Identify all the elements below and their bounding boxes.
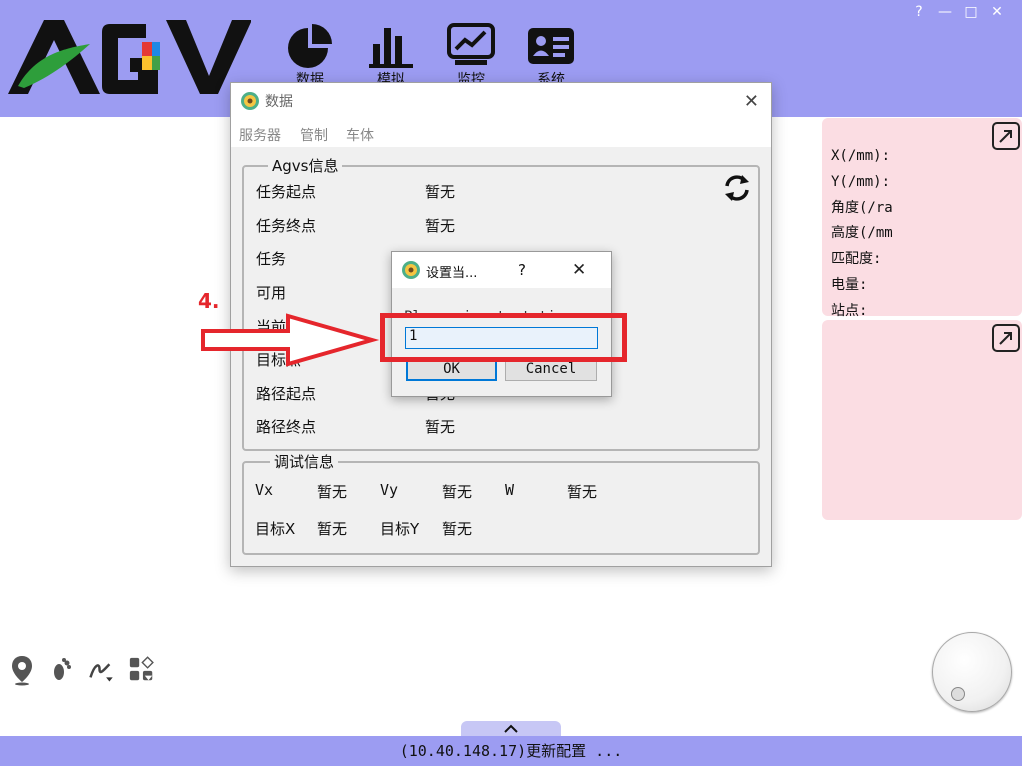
bar-chart-icon bbox=[369, 28, 413, 68]
draw-path-icon bbox=[89, 663, 113, 682]
dialog-title: 数据 bbox=[265, 94, 293, 110]
refresh-icon[interactable] bbox=[722, 173, 752, 203]
dialog-titlebar: 数据 ✕ bbox=[231, 83, 771, 119]
sub-dialog-close-button[interactable]: ✕ bbox=[572, 260, 586, 280]
vy-value: 暂无 bbox=[442, 483, 473, 501]
row-task-start-label: 任务起点 bbox=[256, 183, 317, 201]
expand-arrow-icon bbox=[999, 332, 1012, 345]
trend-monitor-icon bbox=[447, 23, 495, 65]
window-controls: ? — □ ✕ bbox=[906, 2, 1010, 22]
secondary-panel bbox=[822, 320, 1022, 520]
row-task-start-value: 暂无 bbox=[425, 183, 456, 201]
menu-control[interactable]: 管制 bbox=[300, 125, 328, 145]
menu-server[interactable]: 服务器 bbox=[239, 125, 281, 145]
footprint-button[interactable] bbox=[48, 654, 76, 686]
chevron-up-icon bbox=[504, 724, 518, 733]
layout-grid-button[interactable] bbox=[128, 654, 156, 686]
row-available-label: 可用 bbox=[256, 284, 287, 302]
row-path-start-label: 路径起点 bbox=[256, 385, 317, 403]
app-icon bbox=[402, 261, 420, 279]
info-x: X(/mm): bbox=[831, 148, 891, 164]
agv-logo bbox=[6, 14, 252, 98]
info-battery: 电量: bbox=[831, 276, 868, 293]
minimize-button[interactable]: — bbox=[932, 2, 958, 22]
grid-apps-icon bbox=[129, 656, 154, 681]
map-toolbar bbox=[8, 654, 156, 686]
info-y: Y(/mm): bbox=[831, 173, 891, 190]
expand-arrow-icon bbox=[999, 130, 1012, 143]
draw-path-button[interactable] bbox=[88, 654, 116, 686]
debug-info-legend: 调试信息 bbox=[270, 451, 339, 472]
pointer-arrow-icon bbox=[201, 313, 380, 367]
target-y-value: 暂无 bbox=[442, 520, 473, 538]
pie-chart-icon bbox=[288, 24, 332, 68]
collapse-toggle[interactable] bbox=[461, 721, 561, 737]
dialog-menubar: 服务器 管制 车体 bbox=[231, 119, 771, 147]
sub-dialog-title: 设置当... bbox=[426, 266, 478, 281]
footprint-icon bbox=[54, 658, 71, 680]
row-task-end-value: 暂无 bbox=[425, 217, 456, 235]
close-button[interactable]: ✕ bbox=[984, 2, 1010, 22]
agvs-info-legend: Agvs信息 bbox=[268, 155, 343, 176]
agv-info-list: X(/mm): Y(/mm): 角度(/ra 高度(/mm 匹配度: 电量: 站… bbox=[831, 144, 893, 325]
vx-label: Vx bbox=[255, 481, 274, 499]
row-task-end-label: 任务终点 bbox=[256, 217, 317, 235]
maximize-button[interactable]: □ bbox=[958, 2, 984, 22]
location-pin-icon bbox=[12, 656, 32, 686]
sub-dialog-help-button[interactable]: ? bbox=[518, 261, 526, 279]
w-value: 暂无 bbox=[567, 483, 598, 501]
step-label: 4. bbox=[198, 289, 220, 313]
row-task-label: 任务 bbox=[256, 250, 287, 268]
w-label: W bbox=[505, 481, 515, 499]
debug-info-group: 调试信息 Vx 暂无 Vy 暂无 W 暂无 目标X 暂无 目标Y 暂无 bbox=[242, 451, 760, 555]
expand-button[interactable] bbox=[992, 324, 1020, 352]
info-angle: 角度(/ra bbox=[831, 199, 893, 216]
expand-button[interactable] bbox=[992, 122, 1020, 150]
vx-value: 暂无 bbox=[317, 483, 348, 501]
status-bar: (10.40.148.17)更新配置 ... bbox=[0, 736, 1022, 766]
highlight-box bbox=[380, 313, 627, 362]
target-x-label: 目标X bbox=[255, 520, 296, 538]
target-y-label: 目标Y bbox=[380, 520, 420, 538]
info-height: 高度(/mm bbox=[831, 225, 893, 242]
row-path-end-value: 暂无 bbox=[425, 418, 456, 436]
help-button[interactable]: ? bbox=[906, 2, 932, 22]
sub-dialog-titlebar: 设置当... ? ✕ bbox=[392, 252, 611, 288]
target-x-value: 暂无 bbox=[317, 520, 348, 538]
app-icon bbox=[241, 92, 259, 110]
menu-vehicle[interactable]: 车体 bbox=[346, 125, 374, 145]
joystick-knob[interactable] bbox=[951, 687, 965, 701]
location-pin-button[interactable] bbox=[8, 654, 36, 686]
info-match: 匹配度: bbox=[831, 251, 882, 268]
vy-label: Vy bbox=[380, 481, 399, 499]
agv-info-panel: X(/mm): Y(/mm): 角度(/ra 高度(/mm 匹配度: 电量: 站… bbox=[822, 118, 1022, 319]
row-path-end-label: 路径终点 bbox=[256, 418, 317, 436]
joystick-control[interactable] bbox=[932, 632, 1012, 712]
dialog-close-button[interactable]: ✕ bbox=[744, 91, 759, 112]
id-card-icon bbox=[528, 28, 574, 64]
